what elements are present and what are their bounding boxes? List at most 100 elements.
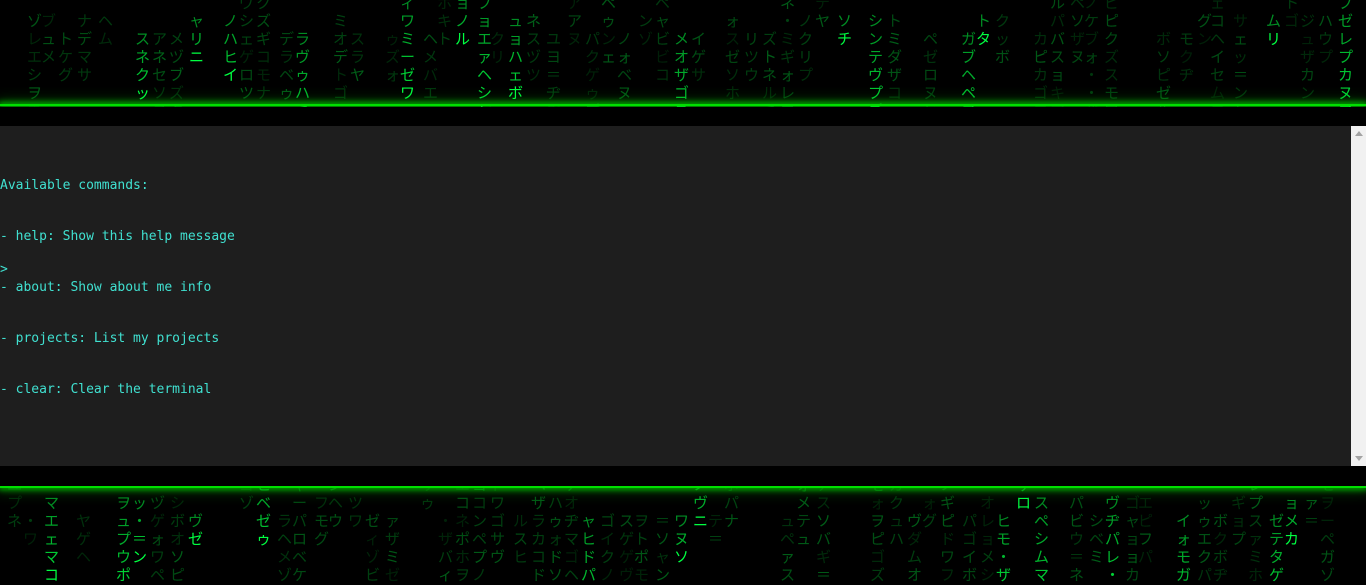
matrix-glyph: サ [691,66,706,84]
matrix-glyph: ヴ [868,66,883,84]
matrix-glyph: ク [1104,30,1119,48]
matrix-glyph: ト [762,48,777,66]
matrix-glyph: ド [531,566,546,584]
matrix-glyph: ・ [780,12,795,30]
matrix-glyph: ヴ [239,0,254,12]
matrix-glyph: ザ [674,66,689,84]
matrix-glyph: ヴ [490,548,505,566]
matrix-glyph: ＝ [816,566,831,584]
matrix-glyph: ッ [995,30,1010,48]
matrix-glyph: テ [1269,530,1284,548]
matrix-glyph: ン [868,30,883,48]
matrix-glyph: ワ [400,12,415,30]
matrix-glyph: ヂ [1105,512,1120,530]
matrix-glyph: ジ [1300,12,1315,30]
matrix-glyph: ヴ [1105,494,1120,512]
matrix-glyph: ソ [1156,48,1171,66]
matrix-glyph: モ [314,512,329,530]
matrix-glyph: ザ [1300,48,1315,66]
matrix-glyph: バ [438,548,453,566]
matrix-glyph: ョ [980,530,995,548]
matrix-glyph: メ [423,48,438,66]
matrix-glyph: デ [279,30,294,48]
matrix-glyph: ズ [762,30,777,48]
matrix-glyph: パ [724,494,739,512]
matrix-glyph: コ [655,66,670,84]
matrix-glyph: ザ [1070,30,1085,48]
matrix-glyph: ペ [1320,530,1335,548]
matrix-glyph: ア [567,12,582,30]
matrix-glyph: オ [674,48,689,66]
matrix-glyph: ニ [189,48,204,66]
scroll-down-arrow-icon[interactable] [1351,451,1366,466]
terminal-scrollbar[interactable] [1351,126,1366,466]
matrix-glyph: ペ [923,30,938,48]
matrix-glyph: エ [27,48,42,66]
matrix-glyph: ク [256,0,271,12]
matrix-glyph: ゾ [277,566,292,584]
matrix-glyph: メ [1284,512,1299,530]
matrix-glyph: ベ [1089,530,1104,548]
matrix-glyph: ナ [256,84,271,102]
matrix-glyph: ヘ [98,12,113,30]
matrix-glyph: ゾ [638,30,653,48]
matrix-glyph: ン [601,30,616,48]
matrix-glyph: ケ [1084,12,1099,30]
matrix-glyph: ギ [1231,494,1246,512]
matrix-glyph: オ [564,494,579,512]
matrix-glyph: ヒ [223,48,238,66]
matrix-glyph: ィ [365,530,380,548]
matrix-rain-top-canvas: ゾレエシヲネブュメトケグナデマサヘムスネクッアネセソヌメヅブズクャリニノハヒイヴ… [27,0,1353,107]
matrix-glyph: ヌ [1338,84,1353,102]
matrix-glyph: ゲ [691,48,706,66]
matrix-glyph: ゼ [923,48,938,66]
matrix-glyph: エ [423,84,438,102]
matrix-glyph: ヒ [581,530,596,548]
matrix-glyph: ビ [365,566,380,584]
matrix-glyph: コ [1210,12,1225,30]
matrix-glyph: ブ [41,12,56,30]
matrix-glyph: ォ [1176,530,1191,548]
matrix-glyph: マ [77,48,92,66]
matrix-glyph: ペ [780,530,795,548]
matrix-glyph: シ [868,12,883,30]
output-line: - about: Show about me info [0,280,212,295]
matrix-glyph: ル [455,30,470,48]
matrix-glyph: ボ [995,48,1010,66]
matrix-glyph: ァ [1248,530,1263,548]
matrix-glyph: ゾ [239,494,254,512]
matrix-glyph: ミ [1248,548,1263,566]
matrix-glyph: ヅ [526,48,541,66]
matrix-glyph: ラ [279,48,294,66]
matrix-glyph: ベ [279,66,294,84]
matrix-glyph: ワ [674,512,689,530]
matrix-glyph: ミ [887,30,902,48]
command-input[interactable] [7,262,910,277]
matrix-glyph: エ [1138,494,1153,512]
matrix-glyph: カ [1300,66,1315,84]
matrix-glyph: ゥ [585,84,600,102]
matrix-glyph: ザ [385,530,400,548]
matrix-glyph: ＝ [708,530,723,548]
matrix-glyph: シ [170,494,185,512]
matrix-glyph: ネ [135,48,150,66]
matrix-glyph: メ [980,548,995,566]
scroll-up-arrow-icon[interactable] [1351,126,1366,141]
matrix-glyph: ズ [870,566,885,584]
output-line: Available commands: [0,178,149,193]
matrix-glyph: ウ [328,512,343,530]
matrix-glyph: ヴ [295,48,310,66]
matrix-glyph: ソ [152,84,167,102]
matrix-glyph: ベ [256,494,271,512]
matrix-glyph: プ [1338,48,1353,66]
matrix-glyph: ユ [546,30,561,48]
matrix-glyph: プ [868,84,883,102]
matrix-glyph: ・ [438,512,453,530]
matrix-glyph: レ [1338,30,1353,48]
terminal-window[interactable]: Available commands: - help: Show this he… [0,126,1366,466]
matrix-glyph: ス [816,494,831,512]
matrix-glyph: ハ [1318,12,1333,30]
matrix-glyph: フ [1138,530,1153,548]
matrix-glyph: カ [1125,566,1140,584]
matrix-glyph: ソ [548,566,563,584]
